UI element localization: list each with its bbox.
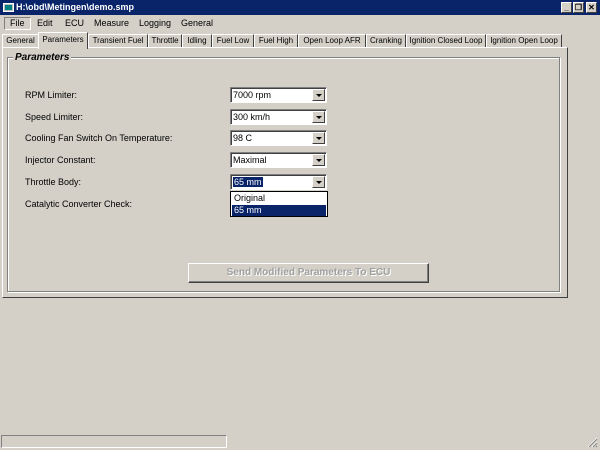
minimize-button[interactable]: _ — [561, 2, 572, 13]
title-bar: H:\obd\Metingen\demo.smp _ ❐ ✕ — [0, 0, 600, 15]
status-bar-panel — [1, 435, 227, 448]
catalytic-converter-label: Catalytic Converter Check: — [25, 199, 133, 209]
speed-limiter-value: 300 km/h — [233, 112, 271, 122]
tab-fuel-low[interactable]: Fuel Low — [212, 34, 254, 48]
tab-fuel-high[interactable]: Fuel High — [254, 34, 298, 48]
send-parameters-button[interactable]: Send Modified Parameters To ECU — [188, 263, 429, 283]
tab-parameters[interactable]: Parameters — [38, 32, 88, 49]
rpm-limiter-value: 7000 rpm — [233, 90, 272, 100]
menu-general[interactable]: General — [176, 17, 218, 30]
close-button[interactable]: ✕ — [586, 2, 597, 13]
tab-cranking[interactable]: Cranking — [366, 34, 406, 48]
tab-general[interactable]: General — [2, 34, 39, 48]
restore-icon: ❐ — [574, 3, 583, 12]
rpm-limiter-select[interactable]: 7000 rpm — [230, 87, 327, 103]
chevron-down-icon[interactable] — [312, 111, 325, 123]
app-icon — [3, 3, 14, 12]
menu-measure[interactable]: Measure — [89, 17, 134, 30]
cooling-fan-value: 98 C — [233, 133, 253, 143]
chevron-down-icon[interactable] — [312, 176, 325, 188]
dropdown-option-original[interactable]: Original — [232, 193, 326, 204]
injector-constant-value: Maximal — [233, 155, 267, 165]
cooling-fan-label: Cooling Fan Switch On Temperature: — [25, 133, 173, 143]
throttle-body-select[interactable]: 65 mm — [230, 174, 327, 190]
chevron-down-icon[interactable] — [312, 132, 325, 144]
resize-grip-icon[interactable] — [586, 436, 598, 448]
close-icon: ✕ — [588, 3, 595, 12]
menu-edit[interactable]: Edit — [32, 17, 58, 30]
injector-constant-select[interactable]: Maximal — [230, 152, 327, 168]
restore-button[interactable]: ❐ — [573, 2, 584, 13]
tab-idling[interactable]: Idling — [182, 34, 212, 48]
cooling-fan-select[interactable]: 98 C — [230, 130, 327, 146]
throttle-body-label: Throttle Body: — [25, 177, 82, 187]
chevron-down-icon[interactable] — [312, 89, 325, 101]
tab-throttle[interactable]: Throttle — [148, 34, 182, 48]
chevron-down-icon[interactable] — [312, 154, 325, 166]
throttle-body-value: 65 mm — [233, 177, 263, 187]
tab-ignition-open-loop[interactable]: Ignition Open Loop — [486, 34, 562, 48]
injector-constant-label: Injector Constant: — [25, 155, 96, 165]
speed-limiter-label: Speed Limiter: — [25, 112, 84, 122]
speed-limiter-select[interactable]: 300 km/h — [230, 109, 327, 125]
group-title: Parameters — [13, 52, 72, 63]
menu-logging[interactable]: Logging — [134, 17, 176, 30]
window-title: H:\obd\Metingen\demo.smp — [16, 2, 134, 12]
throttle-body-dropdown: Original 65 mm — [230, 191, 328, 217]
rpm-limiter-label: RPM Limiter: — [25, 90, 78, 100]
tab-open-loop-afr[interactable]: Open Loop AFR — [298, 34, 366, 48]
tab-ignition-closed-loop[interactable]: Ignition Closed Loop — [406, 34, 486, 48]
dropdown-option-65mm[interactable]: 65 mm — [232, 205, 326, 216]
menu-file[interactable]: File — [4, 17, 31, 30]
tab-transient-fuel[interactable]: Transient Fuel — [88, 34, 148, 48]
minimize-icon: _ — [564, 3, 569, 12]
menu-ecu[interactable]: ECU — [60, 17, 89, 30]
